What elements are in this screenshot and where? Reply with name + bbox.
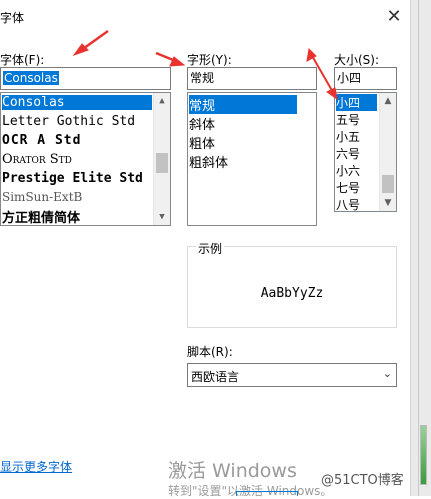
red-arrow-icon [155, 51, 186, 67]
activate-windows-watermark: 激活 Windows [168, 460, 297, 482]
chevron-down-icon[interactable]: ▼ [380, 195, 396, 211]
sample-label: 示例 [196, 240, 225, 257]
font-list-item[interactable]: Prestige Elite Std [2, 171, 143, 186]
size-list-item[interactable]: 六号 [336, 145, 360, 162]
chevron-down-icon[interactable]: ⌄ [383, 367, 392, 380]
size-list-item[interactable]: 八号 [336, 196, 360, 211]
size-list-item[interactable]: 小五 [336, 128, 360, 145]
font-list-item[interactable]: SimSun-ExtB [2, 190, 82, 204]
font-list-item[interactable]: 方正粗倩简体 [2, 207, 80, 225]
volume-indicator [420, 425, 427, 485]
font-list-item[interactable]: OCR A Std [2, 133, 81, 148]
partial-button[interactable] [236, 491, 298, 496]
chevron-down-icon[interactable]: ▼ [154, 209, 170, 225]
font-list-scroll-thumb[interactable] [156, 153, 168, 173]
size-list-item[interactable]: 七号 [336, 179, 360, 196]
sample-text: AaBbYyZz [260, 286, 324, 301]
style-list-item[interactable]: 粗斜体 [189, 152, 228, 171]
script-label: 脚本(R): [187, 345, 233, 359]
brand-watermark: @51CTO博客 [321, 473, 404, 488]
annotation-arrows [72, 29, 338, 101]
size-list-scroll-thumb[interactable] [382, 175, 394, 193]
red-arrow-icon [72, 29, 109, 57]
font-list-item[interactable]: Orator Std [2, 152, 72, 167]
script-value: 西欧语言 [191, 370, 240, 384]
script-dropdown[interactable]: 西欧语言 ⌄ [187, 363, 397, 387]
red-arrow-icon [306, 47, 338, 101]
show-more-fonts-link[interactable]: 显示更多字体 [0, 458, 72, 475]
style-list-item[interactable]: 粗体 [189, 133, 215, 152]
size-list-item[interactable]: 小六 [336, 162, 360, 179]
